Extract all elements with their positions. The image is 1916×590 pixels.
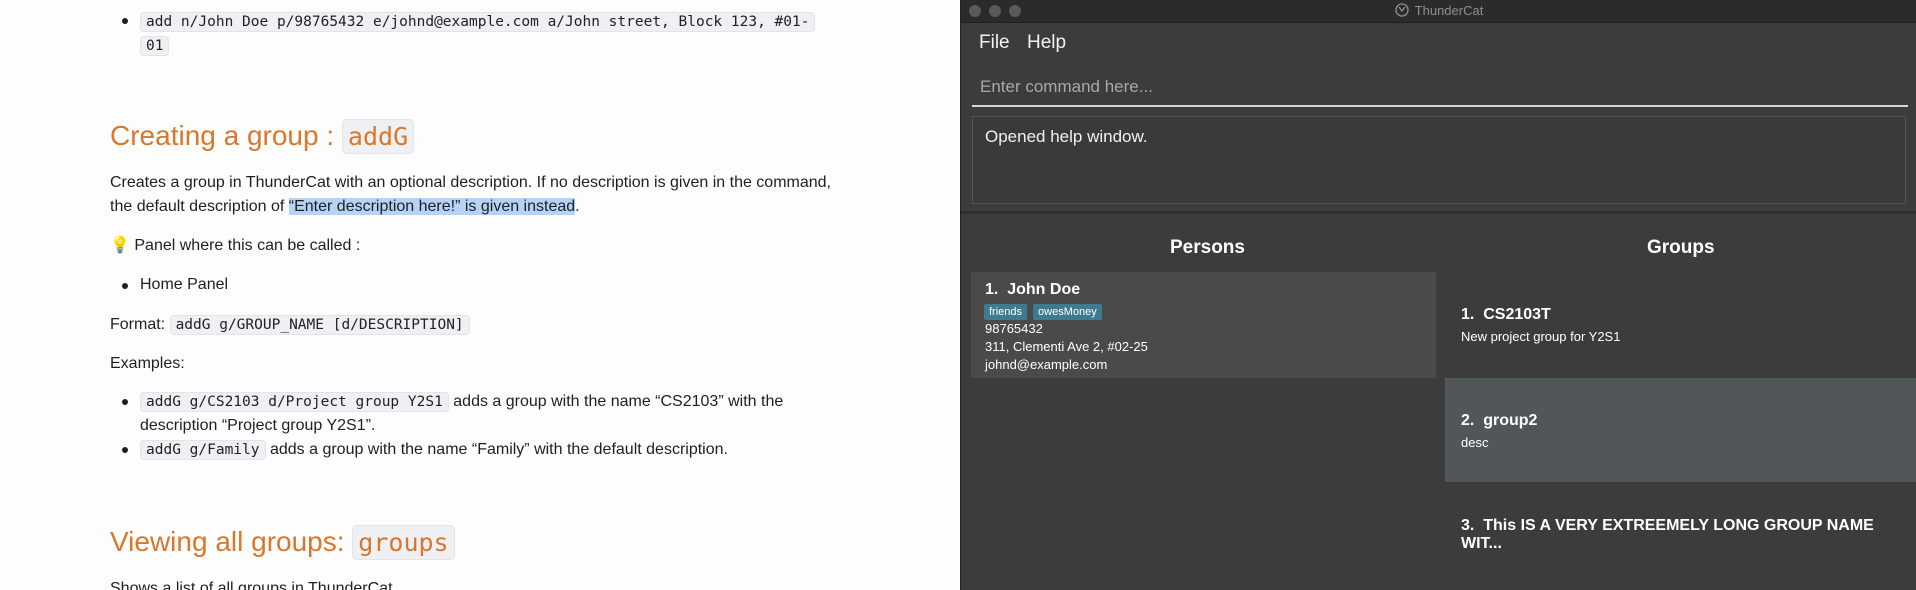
menu-help[interactable]: Help [1027, 32, 1066, 54]
bullet-marker [122, 399, 128, 405]
groups-panel-title: Groups [1647, 237, 1715, 258]
menu-file[interactable]: File [979, 32, 1010, 54]
groups-heading-code: groups [352, 525, 455, 560]
divider [961, 211, 1916, 214]
window-titlebar: ThunderCat [961, 0, 1916, 23]
addG-section-heading: Creating a group : addG [110, 119, 415, 154]
tag-owesMoney: owesMoney [1033, 304, 1102, 320]
addG-description-line-2: the default description of “Enter descri… [110, 198, 580, 215]
bullet-marker [122, 447, 128, 453]
group-card[interactable]: 1. CS2103T New project group for Y2S1 [1445, 272, 1916, 376]
bullet-marker [122, 283, 128, 289]
examples-label: Examples: [110, 355, 185, 372]
person-list[interactable]: 1. John Doe friends owesMoney 98765432 31… [971, 272, 1436, 590]
command-input[interactable] [972, 69, 1908, 105]
person-email: johnd@example.com [985, 357, 1108, 372]
result-message: Opened help window. [985, 127, 1148, 146]
example-add-command: add n/John Doe p/98765432 e/johnd@exampl… [140, 10, 816, 58]
addG-heading-code: addG [341, 119, 415, 154]
groups-section-heading: Viewing all groups: groups [110, 525, 455, 560]
bullet-marker [122, 18, 128, 24]
group-name: 3. This IS A VERY EXTREEMELY LONG GROUP … [1461, 517, 1874, 552]
person-address: 311, Clementi Ave 2, #02-25 [985, 339, 1148, 354]
example-add-code-wrap: 01 [140, 36, 170, 56]
groups-description: Shows a list of all groups in ThunderCat… [110, 580, 397, 590]
result-display: Opened help window. [972, 116, 1906, 204]
thundercat-window: ThunderCat File Help Opened help window.… [960, 0, 1916, 590]
thundercat-app-icon [1395, 3, 1409, 17]
group-card[interactable]: 3. This IS A VERY EXTREEMELY LONG GROUP … [1445, 484, 1916, 588]
example-add-code: add n/John Doe p/98765432 e/johnd@exampl… [140, 12, 816, 32]
group-description: desc [1461, 435, 1489, 450]
tag-friends: friends [984, 304, 1028, 320]
example-2: addG g/Family adds a group with the name… [140, 438, 728, 462]
example-2-code: addG g/Family [140, 440, 266, 460]
person-phone: 98765432 [985, 321, 1043, 336]
format-line: Format: addG g/GROUP_NAME [d/DESCRIPTION… [110, 313, 470, 337]
group-list[interactable]: 1. CS2103T New project group for Y2S1 2.… [1445, 272, 1916, 590]
group-name: 2. group2 [1461, 412, 1538, 429]
panel-item-home: Home Panel [140, 276, 229, 293]
addG-description-line-1: Creates a group in ThunderCat with an op… [110, 174, 831, 191]
window-title: ThunderCat [961, 3, 1916, 18]
selected-text: “Enter description here!” is given inste… [288, 198, 576, 215]
group-description: New project group for Y2S1 [1461, 329, 1621, 344]
person-name: 1. John Doe [985, 281, 1081, 298]
person-card[interactable]: 1. John Doe friends owesMoney 98765432 31… [971, 272, 1436, 378]
panel-tip: 💡 Panel where this can be called : [110, 237, 361, 254]
persons-panel-title: Persons [1170, 237, 1245, 258]
menu-bar: File Help [961, 23, 1916, 61]
person-tags: friends owesMoney [984, 302, 1108, 320]
user-guide-page: add n/John Doe p/98765432 e/johnd@exampl… [0, 0, 960, 590]
command-box [972, 69, 1908, 107]
format-code: addG g/GROUP_NAME [d/DESCRIPTION] [169, 315, 470, 335]
example-1: addG g/CS2103 d/Project group Y2S1 adds … [140, 392, 784, 434]
example-1-code: addG g/CS2103 d/Project group Y2S1 [140, 392, 449, 412]
group-name: 1. CS2103T [1461, 306, 1551, 323]
group-card-selected[interactable]: 2. group2 desc [1445, 378, 1916, 482]
